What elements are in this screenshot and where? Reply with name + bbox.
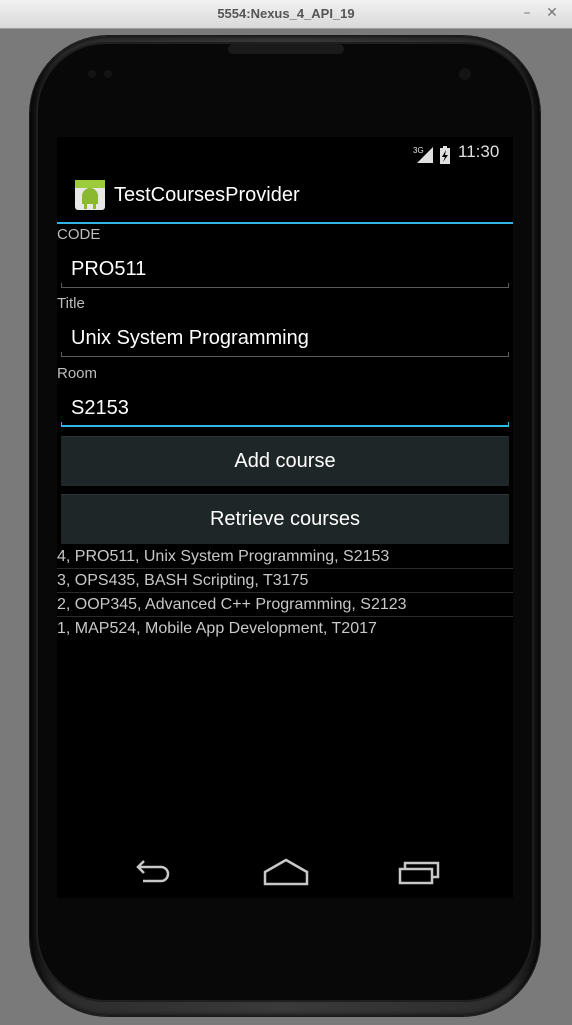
title-label: Title [57,295,85,312]
list-item[interactable]: 3, OPS435, BASH Scripting, T3175 [57,569,513,593]
back-icon[interactable] [129,855,173,891]
status-icons: 3G [413,144,455,164]
status-bar: 3G 11:30 [57,137,513,167]
app-title: TestCoursesProvider [114,184,300,206]
add-course-button[interactable]: Add course [61,436,509,486]
code-label: CODE [57,226,101,243]
code-field[interactable]: PRO511 [61,254,509,288]
window-title: 5554:Nexus_4_API_19 [217,6,355,21]
status-clock: 11:30 [458,142,500,161]
network-type-label: 3G [413,146,424,155]
minimize-button[interactable]: – [518,0,536,26]
window-titlebar: 5554:Nexus_4_API_19 – ✕ [0,0,572,29]
action-bar: TestCoursesProvider [57,167,513,224]
signal-icon: 3G [413,146,433,163]
room-value: S2153 [71,397,129,419]
battery-icon [440,146,450,164]
list-item[interactable]: 4, PRO511, Unix System Programming, S215… [57,545,513,569]
course-list: 4, PRO511, Unix System Programming, S215… [57,545,513,640]
room-underline [61,422,509,427]
close-button[interactable]: ✕ [543,0,561,26]
home-icon[interactable] [262,855,310,891]
android-icon [75,180,105,214]
room-label: Room [57,365,98,382]
retrieve-courses-button[interactable]: Retrieve courses [61,494,509,544]
recents-icon[interactable] [395,855,441,891]
list-item[interactable]: 1, MAP524, Mobile App Development, T2017 [57,617,513,640]
title-field[interactable]: Unix System Programming [61,323,509,357]
navigation-bar [57,845,513,898]
front-camera [459,68,471,80]
device-screen: 3G 11:30 TestCoursesProvider CODE PRO511… [57,137,513,898]
proximity-sensor [88,70,96,78]
speaker-grille [228,44,344,54]
code-underline [61,283,509,288]
title-underline [61,352,509,357]
light-sensor [104,70,112,78]
code-value: PRO511 [71,258,147,280]
room-field[interactable]: S2153 [61,393,509,427]
list-item[interactable]: 2, OOP345, Advanced C++ Programming, S21… [57,593,513,617]
title-value: Unix System Programming [71,327,309,349]
